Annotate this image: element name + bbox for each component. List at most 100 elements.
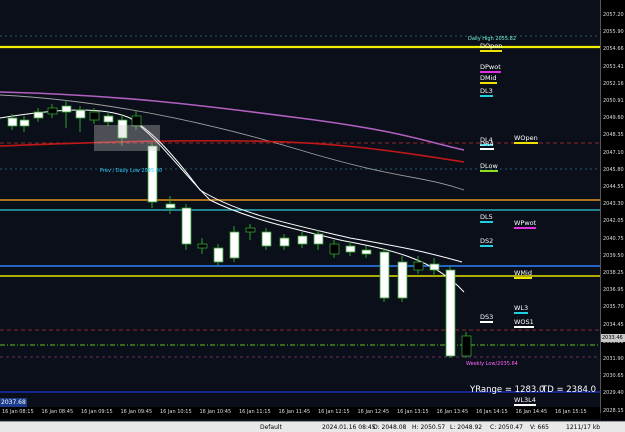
candle-body: [75, 109, 86, 119]
chart-canvas[interactable]: [0, 0, 600, 413]
pivot-label-underline: [514, 312, 529, 314]
price-chart[interactable]: Daily High 2055.82 Prev / Daily Low 2045…: [0, 0, 601, 413]
time-tick-label: 16 Jan 09:45: [120, 409, 153, 415]
price-tick-label: 2050.91: [603, 98, 624, 104]
time-tick-label: 16 Jan 14:45: [515, 409, 548, 415]
pivot-label-wl3: WL3: [514, 304, 529, 314]
candle-body: [345, 245, 356, 253]
time-tick-label: 16 Jan 10:45: [199, 409, 232, 415]
status-datetime: 2024.01.16 08:45: [322, 424, 376, 431]
pivot-label-underline: [514, 404, 536, 406]
fast-moving-average: [0, 109, 465, 293]
price-tick-label: 2031.90: [603, 356, 624, 362]
pivot-label-dl5: DL5: [480, 213, 493, 223]
pivot-label-text: DR4: [480, 140, 494, 148]
candle-body: [7, 117, 18, 127]
price-tick-label: 2028.15: [603, 407, 624, 414]
candle-body: [181, 207, 192, 245]
pivot-label-wopen: WOpen: [514, 134, 538, 144]
candle-body: [445, 269, 456, 357]
candle-body: [89, 111, 100, 121]
yrange-readout: YRange = 1283.0: [470, 385, 545, 395]
pivot-label-text: DL5: [480, 213, 493, 221]
pivot-label-text: DOpen: [480, 42, 503, 50]
pivot-label-text: WL3L4: [514, 396, 536, 404]
time-tick-label: 16 Jan 08:45: [41, 409, 74, 415]
price-tick-label: 2045.80: [603, 166, 624, 173]
candle-body: [461, 335, 472, 357]
price-tick-label: 2029.40: [603, 390, 624, 397]
pivot-label-dlow: DLow: [480, 162, 498, 172]
candle-body: [197, 243, 208, 249]
price-tick-label: 2038.25: [603, 270, 624, 276]
price-tick-label: 2047.10: [603, 149, 624, 156]
pivot-label-underline: [480, 170, 498, 172]
time-tick-label: 16 Jan 12:45: [357, 409, 390, 415]
current-price-tag: 2033.46: [601, 334, 625, 342]
pivot-label-wos1: WOS1: [514, 318, 534, 328]
pivot-label-ds3: DS3: [480, 313, 494, 323]
pivot-label-text: WL3: [514, 304, 529, 312]
time-tick-label: 16 Jan 11:15: [239, 409, 271, 415]
time-tick-label: 16 Jan 15:15: [555, 409, 587, 415]
trading-platform-window: Daily High 2055.82 Prev / Daily Low 2045…: [0, 0, 625, 432]
pivot-label-wl3l4: WL3L4: [514, 396, 536, 406]
candle-body: [379, 251, 390, 299]
time-tick-label: 16 Jan 08:15: [2, 409, 34, 415]
pivot-label-dr4: DR4: [480, 140, 494, 150]
price-tick-label: 2036.95: [603, 287, 624, 294]
status-close: C: 2050.47: [490, 424, 523, 431]
pivot-label-underline: [514, 277, 532, 279]
candle-body: [361, 249, 372, 255]
pivot-label-underline: [480, 221, 493, 223]
pivot-label-underline: [480, 82, 497, 84]
red-moving-average: [0, 139, 465, 163]
td-readout: TD = 2384.0: [542, 385, 597, 395]
candle-body: [245, 227, 256, 233]
time-axis[interactable]: 16 Jan 08:15 16 Jan 08:45 16 Jan 09:15 16 J…: [0, 407, 600, 419]
medium-moving-average: [129, 117, 463, 263]
pivot-label-text: DMid: [480, 74, 497, 82]
candle-body: [261, 231, 272, 247]
price-tick-label: 2040.75: [603, 235, 624, 242]
candle-body: [47, 107, 58, 115]
pivot-label-dopen: DOpen: [480, 42, 503, 52]
status-volume: V: 665: [530, 424, 549, 431]
candle-body: [213, 247, 224, 263]
pivot-label-wpwot: WPwot: [514, 219, 537, 229]
price-axis[interactable]: 2057.20 2055.90 2054.66 2053.41 2052.16 2050.…: [601, 0, 625, 420]
time-tick-label: 16 Jan 10:15: [160, 409, 192, 415]
candle-body: [61, 105, 72, 113]
candle-body: [165, 203, 176, 209]
time-tick-label: 16 Jan 13:15: [397, 409, 429, 415]
pivot-label-text: DS2: [480, 237, 494, 245]
status-high: H: 2050.57: [412, 424, 446, 431]
prev-daily-low-annotation: Prev / Daily Low 2045.80: [100, 168, 163, 174]
time-tick-label: 16 Jan 11:45: [278, 409, 311, 415]
pivot-label-dpwot: DPwot: [480, 63, 501, 73]
price-tick-label: 2054.66: [603, 46, 624, 53]
status-open: O: 2048.08: [373, 424, 407, 431]
pivot-label-text: DLow: [480, 162, 498, 170]
pivot-label-wmid: WMid: [514, 269, 532, 279]
pivot-label-ds2: DS2: [480, 237, 494, 247]
pivot-label-underline: [480, 148, 494, 150]
previous-day-label-box: [94, 125, 160, 151]
pivot-label-underline: [514, 227, 537, 229]
candle-body: [229, 231, 240, 259]
price-tick-label: 2039.50: [603, 252, 624, 259]
pivot-label-text: WMid: [514, 269, 532, 277]
candle-body: [429, 263, 440, 271]
pivot-label-text: DPwot: [480, 63, 501, 71]
time-tick-label: 16 Jan 12:15: [318, 409, 350, 415]
candle-body: [329, 243, 340, 255]
price-tick-label: 2035.70: [603, 304, 624, 311]
pivot-label-underline: [514, 142, 538, 144]
pivot-label-dl3: DL3: [480, 87, 493, 97]
pivot-label-underline: [480, 50, 503, 52]
price-tick-label: 2043.30: [603, 201, 624, 208]
status-traffic: 1211/17 kb: [566, 424, 601, 431]
price-tick-label: 2030.65: [603, 373, 624, 380]
price-tick-label: 2044.55: [603, 184, 624, 190]
status-bar: Default 2024.01.16 08:45 O: 2048.08 H: 2…: [0, 421, 625, 432]
